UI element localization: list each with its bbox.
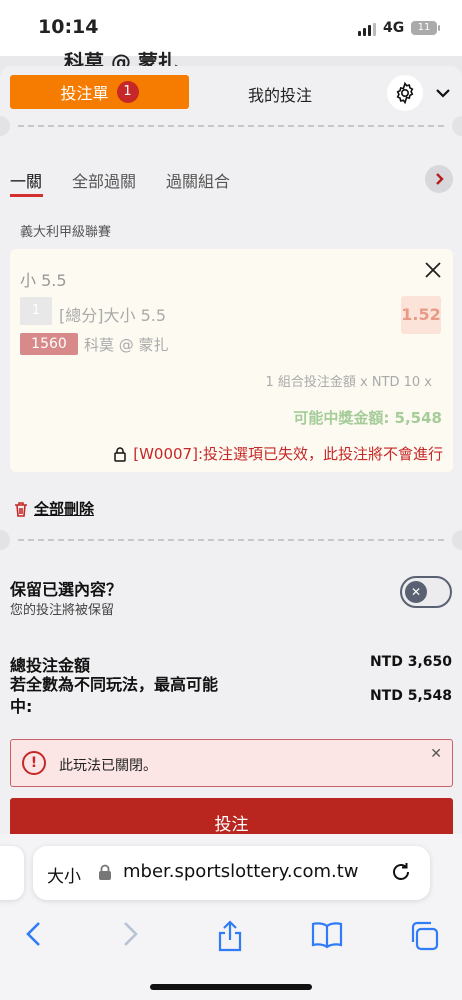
alert-close-icon[interactable]: ✕ xyxy=(430,746,442,762)
max-payout-value: NTD 5,548 xyxy=(369,688,452,704)
league-name: 義大利甲級聯賽 xyxy=(20,225,112,240)
warning-text: [W0007]:投注選項已失效，此投注將不會進行 xyxy=(133,445,443,463)
previous-tab-preview[interactable] xyxy=(0,846,24,900)
tab-bet-slip-label: 投注單 xyxy=(60,84,109,103)
error-alert: ! 此玩法已關閉。 ✕ xyxy=(10,739,453,787)
bet-selection: 小 5.5 xyxy=(20,271,67,290)
background-match-title: 科莫 @ 蒙扎 xyxy=(64,50,178,66)
lock-icon xyxy=(114,446,126,462)
bet-card: 小 5.5 1 [總分]大小 5.5 1.52 1560 科莫 @ 蒙扎 1 組… xyxy=(10,249,453,472)
alert-message: 此玩法已關閉。 xyxy=(59,758,157,774)
exclamation-icon: ! xyxy=(22,751,46,775)
bet-count-badge: 1 xyxy=(116,81,139,103)
home-indicator xyxy=(150,984,312,990)
signal-icon xyxy=(358,23,376,36)
tab-bet-slip[interactable]: 投注單 1 xyxy=(10,75,189,109)
tab-my-bets[interactable]: 我的投注 xyxy=(248,82,312,106)
browser-nav-row xyxy=(0,914,462,954)
max-payout-label: 若全數為不同玩法，最高可能中: xyxy=(10,675,219,716)
combo-stake: 1 組合投注金額 x NTD 10 x xyxy=(265,375,432,390)
collapse-chevron-icon[interactable] xyxy=(432,82,454,104)
potential-payout: 可能中獎金額: 5,548 xyxy=(293,409,442,427)
battery-icon: 11 xyxy=(411,21,440,35)
bet-slip-panel: 投注單 1 我的投注 一關 全部過關 過關組合 義大利甲級聯賽 小 5.5 1 … xyxy=(0,66,462,841)
tabs-icon[interactable] xyxy=(408,920,440,952)
keep-selection-title: 保留已選內容？ xyxy=(10,580,123,599)
keep-selection-subtitle: 您的投注將被保留 xyxy=(10,603,115,618)
bet-market: [總分]大小 5.5 xyxy=(59,306,167,325)
scroll-right-button[interactable] xyxy=(425,165,453,193)
settings-button[interactable] xyxy=(387,75,423,111)
url-text: mber.sportslottery.com.tw xyxy=(123,861,359,882)
invalid-warning: [W0007]:投注選項已失效，此投注將不會進行 xyxy=(113,443,443,464)
share-icon[interactable] xyxy=(215,920,245,952)
lock-icon xyxy=(99,864,111,880)
delete-all-label: 全部刪除 xyxy=(34,500,95,518)
network-label: 4G xyxy=(383,20,405,36)
match-code: 1560 xyxy=(20,333,78,355)
chevron-right-icon xyxy=(436,173,444,185)
tab-all-parlay[interactable]: 全部過關 xyxy=(72,168,136,192)
forward-icon[interactable] xyxy=(120,920,140,948)
total-stake-label: 總投注金額 xyxy=(10,656,91,675)
status-time: 10:14 xyxy=(38,16,99,38)
total-stake-value: NTD 3,650 xyxy=(369,654,452,670)
address-bar[interactable]: 大小 mber.sportslottery.com.tw xyxy=(33,846,430,900)
trash-icon xyxy=(15,501,27,517)
match-name: 科莫 @ 蒙扎 xyxy=(84,336,169,354)
text-size-button[interactable]: 大小 xyxy=(47,862,81,887)
bet-odds: 1.52 xyxy=(401,296,441,334)
keep-selection-toggle[interactable]: ✕ xyxy=(400,576,452,608)
leg-index: 1 xyxy=(20,297,52,325)
reload-icon[interactable] xyxy=(389,860,413,884)
browser-toolbar: 大小 mber.sportslottery.com.tw xyxy=(0,834,462,1000)
close-icon[interactable] xyxy=(423,260,443,280)
tab-parlay-combo[interactable]: 過關組合 xyxy=(166,168,230,192)
panel-tab-bar: 投注單 1 我的投注 xyxy=(0,66,462,116)
tab-single[interactable]: 一關 xyxy=(10,168,42,192)
delete-all-button[interactable]: 全部刪除 xyxy=(14,498,94,519)
active-tab-indicator xyxy=(10,194,43,197)
toggle-off-icon: ✕ xyxy=(405,581,427,603)
back-icon[interactable] xyxy=(24,920,44,948)
gear-icon xyxy=(396,81,414,105)
divider xyxy=(0,530,462,550)
bookmarks-icon[interactable] xyxy=(310,920,344,950)
divider xyxy=(0,116,462,136)
